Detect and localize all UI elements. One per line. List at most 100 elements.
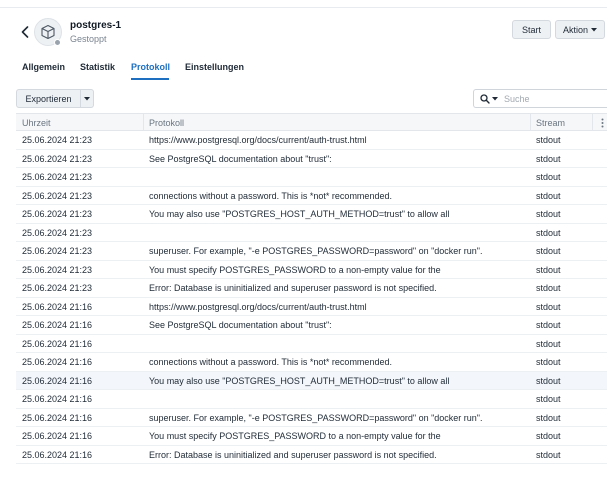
table-row[interactable]: 25.06.2024 21:16 You may also use "POSTGR… bbox=[16, 371, 607, 390]
cell-message: connections without a password. This is … bbox=[149, 357, 392, 367]
tab-protokoll[interactable]: Protokoll bbox=[131, 62, 170, 72]
cell-time: 25.06.2024 21:23 bbox=[22, 246, 93, 256]
log-table: Uhrzeit Protokoll Stream 25.06.2024 21:2… bbox=[16, 113, 607, 464]
export-dropdown-toggle[interactable] bbox=[81, 90, 93, 107]
cell-stream: stdout bbox=[536, 338, 561, 349]
action-button-label: Aktion bbox=[562, 24, 588, 35]
cell-message: connections without a password. This is … bbox=[149, 190, 392, 201]
column-header-stream[interactable]: Stream bbox=[536, 114, 565, 131]
cell-time: 25.06.2024 21:23 bbox=[22, 172, 93, 182]
cell-message: Error: Database is uninitialized and sup… bbox=[149, 449, 437, 460]
table-row[interactable]: 25.06.2024 21:23 You must specify POSTGRE… bbox=[16, 261, 607, 279]
table-row[interactable]: 25.06.2024 21:16 stdout bbox=[16, 390, 607, 409]
cell-stream: stdout bbox=[536, 246, 561, 256]
cell-stream: stdout bbox=[536, 135, 561, 145]
cell-time: 25.06.2024 21:16 bbox=[22, 394, 93, 404]
top-divider bbox=[0, 0, 607, 8]
column-header-uhrzeit[interactable]: Uhrzeit bbox=[22, 114, 51, 131]
cell-time: 25.06.2024 21:16 bbox=[22, 449, 93, 460]
cell-time: 25.06.2024 21:16 bbox=[22, 320, 93, 330]
table-row[interactable]: 25.06.2024 21:23 connections without a pa… bbox=[16, 187, 607, 205]
cell-stream: stdout bbox=[536, 449, 561, 460]
cell-time: 25.06.2024 21:16 bbox=[22, 431, 93, 441]
export-button[interactable]: Exportieren bbox=[17, 90, 81, 107]
cell-message: You must specify POSTGRES_PASSWORD to a … bbox=[149, 431, 441, 441]
table-row[interactable]: 25.06.2024 21:23 See PostgreSQL documenta… bbox=[16, 150, 607, 168]
cell-time: 25.06.2024 21:23 bbox=[22, 283, 93, 293]
tab-allgemein[interactable]: Allgemein bbox=[22, 62, 65, 72]
table-row[interactable]: 25.06.2024 21:16 Error: Database is unini… bbox=[16, 446, 607, 464]
table-row[interactable]: 25.06.2024 21:16 https://www.postgresql.o… bbox=[16, 298, 607, 316]
cell-message: superuser. For example, "-e POSTGRES_PAS… bbox=[149, 246, 483, 256]
column-divider[interactable] bbox=[530, 114, 531, 131]
cell-stream: stdout bbox=[536, 153, 561, 164]
cell-time: 25.06.2024 21:16 bbox=[22, 301, 93, 312]
table-row[interactable]: 25.06.2024 21:23 Error: Database is unini… bbox=[16, 279, 607, 298]
chevron-left-icon bbox=[21, 26, 29, 38]
search-box bbox=[473, 89, 607, 108]
search-input[interactable] bbox=[504, 93, 594, 104]
table-row[interactable]: 25.06.2024 21:23 stdout bbox=[16, 168, 607, 187]
table-row[interactable]: 25.06.2024 21:23 stdout bbox=[16, 224, 607, 242]
start-button-label: Start bbox=[521, 24, 541, 35]
status-text: Gestoppt bbox=[70, 34, 107, 44]
cell-stream: stdout bbox=[536, 394, 561, 404]
cell-stream: stdout bbox=[536, 227, 561, 238]
cell-message: https://www.postgresql.org/docs/current/… bbox=[149, 301, 367, 312]
table-row[interactable]: 25.06.2024 21:16 See PostgreSQL documenta… bbox=[16, 316, 607, 335]
cell-message: See PostgreSQL documentation about "trus… bbox=[149, 153, 332, 164]
cell-stream: stdout bbox=[536, 209, 561, 219]
cell-message: See PostgreSQL documentation about "trus… bbox=[149, 320, 332, 330]
table-row[interactable]: 25.06.2024 21:16 superuser. For example, … bbox=[16, 409, 607, 427]
search-icon bbox=[480, 93, 490, 104]
cell-message: You may also use "POSTGRES_HOST_AUTH_MET… bbox=[149, 375, 450, 386]
table-row[interactable]: 25.06.2024 21:16 stdout bbox=[16, 335, 607, 353]
log-toolbar: Exportieren bbox=[0, 88, 607, 110]
tab-statistik[interactable]: Statistik bbox=[80, 62, 115, 72]
export-split-button: Exportieren bbox=[16, 89, 94, 108]
cell-message: You may also use "POSTGRES_HOST_AUTH_MET… bbox=[149, 209, 450, 219]
page-title: postgres-1 bbox=[70, 20, 122, 31]
cell-time: 25.06.2024 21:23 bbox=[22, 227, 93, 238]
table-row[interactable]: 25.06.2024 21:23 You may also use "POSTGR… bbox=[16, 205, 607, 224]
table-row[interactable]: 25.06.2024 21:23 superuser. For example, … bbox=[16, 242, 607, 261]
cell-time: 25.06.2024 21:23 bbox=[22, 209, 93, 219]
cell-time: 25.06.2024 21:16 bbox=[22, 338, 93, 349]
search-options-caret-icon[interactable] bbox=[492, 96, 498, 101]
cell-message: https://www.postgresql.org/docs/current/… bbox=[149, 135, 367, 145]
table-body: 25.06.2024 21:23 https://www.postgresql.o… bbox=[16, 131, 607, 464]
tab-bar: Allgemein Statistik Protokoll Einstellun… bbox=[0, 60, 607, 80]
cell-time: 25.06.2024 21:16 bbox=[22, 357, 93, 367]
action-dropdown-button[interactable]: Aktion bbox=[555, 20, 605, 39]
cell-stream: stdout bbox=[536, 301, 561, 312]
cell-time: 25.06.2024 21:23 bbox=[22, 264, 93, 275]
table-header: Uhrzeit Protokoll Stream bbox=[16, 113, 607, 131]
table-row[interactable]: 25.06.2024 21:23 https://www.postgresql.o… bbox=[16, 131, 607, 150]
active-tab-indicator bbox=[131, 78, 169, 80]
cell-message: superuser. For example, "-e POSTGRES_PAS… bbox=[149, 412, 483, 423]
column-divider[interactable] bbox=[592, 114, 593, 131]
column-divider[interactable] bbox=[143, 114, 144, 131]
caret-down-icon bbox=[84, 96, 90, 100]
table-row[interactable]: 25.06.2024 21:16 You must specify POSTGRE… bbox=[16, 427, 607, 446]
cell-time: 25.06.2024 21:23 bbox=[22, 190, 93, 201]
cell-stream: stdout bbox=[536, 320, 561, 330]
caret-down-icon bbox=[591, 27, 597, 31]
table-row[interactable]: 25.06.2024 21:16 connections without a pa… bbox=[16, 353, 607, 372]
column-header-protokoll[interactable]: Protokoll bbox=[149, 114, 184, 131]
status-dot bbox=[54, 39, 61, 46]
back-button[interactable] bbox=[18, 24, 32, 40]
cell-stream: stdout bbox=[536, 431, 561, 441]
column-menu-button[interactable] bbox=[598, 114, 607, 131]
cell-stream: stdout bbox=[536, 172, 561, 182]
cell-stream: stdout bbox=[536, 357, 561, 367]
cell-stream: stdout bbox=[536, 190, 561, 201]
cell-time: 25.06.2024 21:16 bbox=[22, 375, 93, 386]
cell-message: You must specify POSTGRES_PASSWORD to a … bbox=[149, 264, 441, 275]
cell-time: 25.06.2024 21:23 bbox=[22, 153, 93, 164]
cell-time: 25.06.2024 21:16 bbox=[22, 412, 93, 423]
tab-einstellungen[interactable]: Einstellungen bbox=[185, 62, 244, 72]
cell-stream: stdout bbox=[536, 283, 561, 293]
start-button[interactable]: Start bbox=[512, 20, 551, 39]
cell-stream: stdout bbox=[536, 264, 561, 275]
